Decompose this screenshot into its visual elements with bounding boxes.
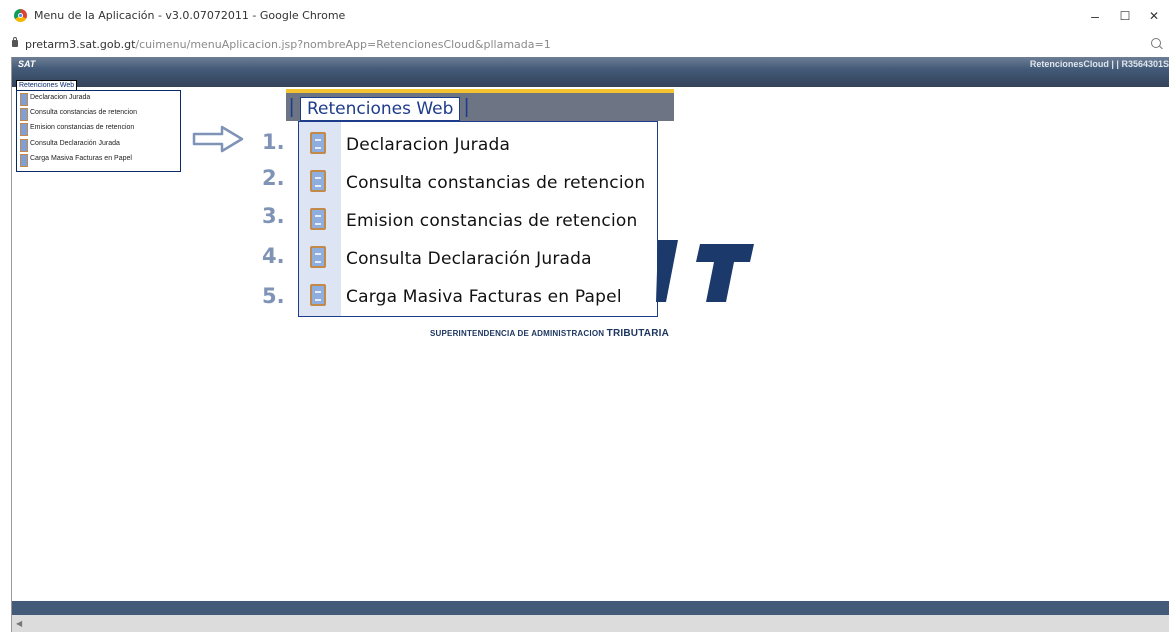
document-icon [20, 139, 28, 152]
sat-tagline-suffix: TRIBUTARIA [606, 328, 670, 339]
close-button[interactable]: ✕ [1139, 6, 1169, 26]
small-menu-item-label: Emision constancias de retencion [30, 124, 135, 131]
maximize-button[interactable]: ☐ [1110, 6, 1140, 26]
window-titlebar: Menu de la Aplicación - v3.0.07072011 - … [0, 0, 1169, 34]
document-icon [310, 246, 326, 268]
zoomed-menu-tab[interactable]: Retenciones Web [300, 97, 461, 121]
window-title: Menu de la Aplicación - v3.0.07072011 - … [34, 9, 346, 22]
document-icon [310, 208, 326, 230]
small-menu-item-carga-masiva[interactable]: Carga Masiva Facturas en Papel [19, 153, 177, 167]
zoomed-menu: Declaracion Jurada Consulta constancias … [298, 121, 658, 317]
menu-item-label: Carga Masiva Facturas en Papel [346, 287, 622, 307]
user-info: RetencionesCloud | | R3564301S [1029, 59, 1169, 69]
sat-tagline: SUPERINTENDENCIA DE ADMINISTRACION TRIBU… [430, 328, 669, 339]
step-number: 3. [262, 204, 285, 228]
document-icon [20, 123, 28, 136]
step-number: 1. [262, 130, 285, 154]
small-menu-item-label: Declaracion Jurada [30, 94, 91, 101]
chrome-icon [14, 9, 27, 22]
menu-item-declaracion-jurada[interactable]: Declaracion Jurada [299, 126, 657, 164]
minimize-button[interactable]: – [1080, 6, 1110, 26]
window-left-edge [0, 57, 12, 632]
arrow-right-icon [192, 125, 244, 153]
zoom-icon[interactable] [1151, 38, 1161, 48]
step-number: 2. [262, 166, 285, 190]
small-menu-item-consulta-constancias[interactable]: Consulta constancias de retencion [19, 107, 177, 121]
document-icon [310, 284, 326, 306]
small-menu: Declaracion Jurada Consulta constancias … [16, 90, 181, 172]
app-footer [12, 601, 1169, 615]
menu-separator: | [464, 96, 470, 118]
menu-item-consulta-constancias[interactable]: Consulta constancias de retencion [299, 164, 657, 202]
menu-item-carga-masiva[interactable]: Carga Masiva Facturas en Papel [299, 278, 657, 316]
step-number: 5. [262, 284, 285, 308]
document-icon [310, 170, 326, 192]
step-number: 4. [262, 244, 285, 268]
small-menu-item-label: Carga Masiva Facturas en Papel [30, 155, 132, 162]
menu-item-consulta-declaracion[interactable]: Consulta Declaración Jurada [299, 240, 657, 278]
menu-item-label: Consulta constancias de retencion [346, 173, 646, 193]
small-menu-item-emision-constancias[interactable]: Emision constancias de retencion [19, 122, 177, 136]
document-icon [20, 154, 28, 167]
menu-item-emision-constancias[interactable]: Emision constancias de retencion [299, 202, 657, 240]
menu-item-label: Emision constancias de retencion [346, 211, 638, 231]
small-menu-item-label: Consulta Declaración Jurada [30, 140, 120, 147]
small-menu-item-consulta-declaracion[interactable]: Consulta Declaración Jurada [19, 138, 177, 152]
document-icon [310, 132, 326, 154]
menu-item-label: Declaracion Jurada [346, 135, 511, 155]
small-menu-item-declaracion[interactable]: Declaracion Jurada [19, 92, 177, 106]
sat-logo-small: SAT [18, 59, 36, 69]
menu-item-label: Consulta Declaración Jurada [346, 249, 592, 269]
url-text[interactable]: pretarm3.sat.gob.gt/cuimenu/menuAplicaci… [25, 38, 551, 51]
horizontal-scrollbar[interactable]: ◀ [12, 615, 1169, 632]
small-menu-item-label: Consulta constancias de retencion [30, 109, 138, 116]
app-header: SAT RetencionesCloud | | R3564301S [12, 57, 1169, 87]
address-bar[interactable]: pretarm3.sat.gob.gt/cuimenu/menuAplicaci… [0, 34, 1169, 56]
document-icon [20, 108, 28, 121]
sat-logo [656, 240, 754, 302]
document-icon [20, 93, 28, 106]
menu-separator: | [289, 96, 295, 118]
lock-icon[interactable] [12, 37, 18, 47]
sat-tagline-prefix: SUPERINTENDENCIA DE ADMINISTRACION [430, 329, 605, 338]
scroll-left-icon[interactable]: ◀ [16, 619, 22, 628]
